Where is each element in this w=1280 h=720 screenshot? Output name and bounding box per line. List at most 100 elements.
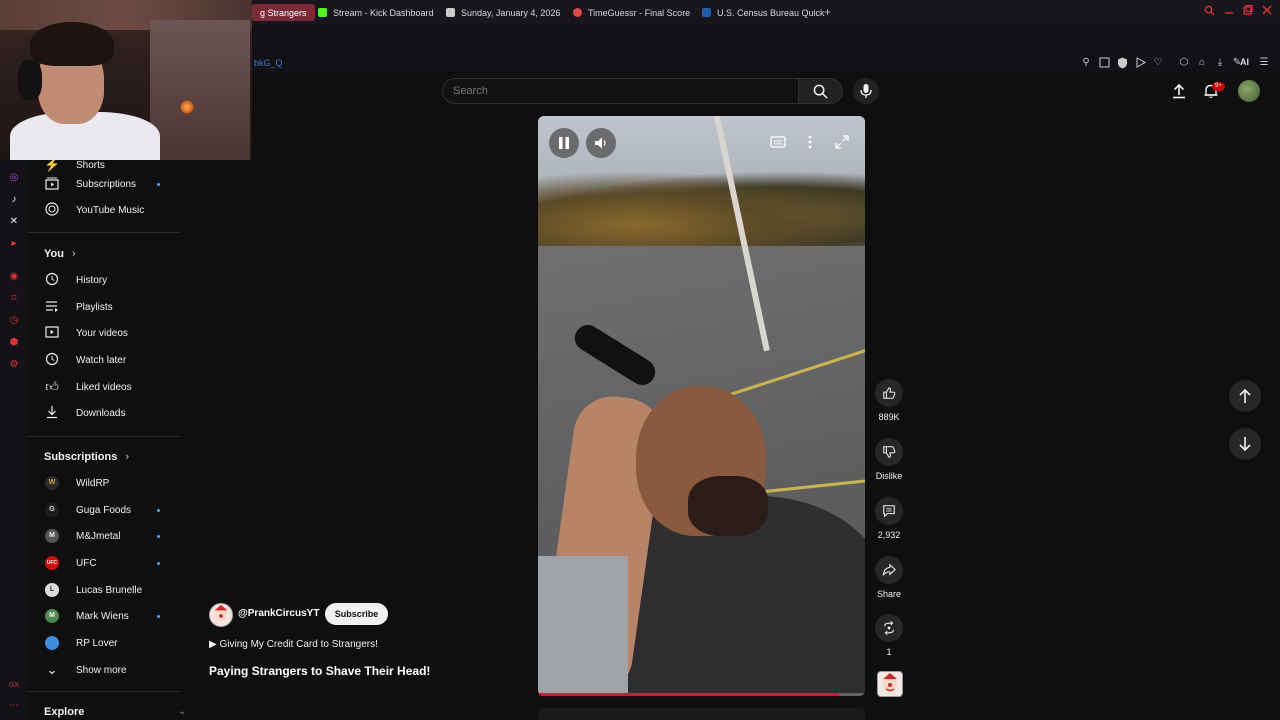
comments-button[interactable]: 2,932 xyxy=(868,497,910,540)
sidebar-item-label: WildRP xyxy=(76,477,110,489)
address-bar-url[interactable]: bkG_Q xyxy=(254,58,283,68)
channel-avatar[interactable] xyxy=(209,603,233,627)
sidebar-show-more[interactable]: ⌄ Show more xyxy=(28,657,180,683)
x-icon[interactable]: ✕ xyxy=(8,216,20,228)
new-content-dot xyxy=(157,508,160,512)
tab-kick-dashboard[interactable]: Stream - Kick Dashboard xyxy=(318,4,434,21)
voice-search-button[interactable] xyxy=(853,78,879,104)
pin-icon[interactable]: ⚲ xyxy=(1080,57,1092,69)
sidebar-channel-ufc[interactable]: UFC UFC xyxy=(28,550,180,576)
sidebar-item-watch-later[interactable]: Watch later xyxy=(28,347,180,373)
sidebar-item-subscriptions[interactable]: Subscriptions xyxy=(28,171,180,197)
extensions-icon[interactable]: ⬡ xyxy=(1178,57,1190,69)
video-progress-bar[interactable] xyxy=(538,693,865,696)
fullscreen-icon[interactable] xyxy=(834,134,850,150)
ai-button[interactable]: AI xyxy=(1240,57,1249,67)
pause-button[interactable] xyxy=(549,128,579,158)
cube-icon[interactable]: ⬢ xyxy=(8,337,20,349)
previous-short-button[interactable] xyxy=(1229,380,1261,412)
next-short-preview[interactable] xyxy=(538,708,865,720)
wallet-icon[interactable]: ⌂ xyxy=(1196,57,1208,69)
gx-icon[interactable]: GX xyxy=(8,680,20,692)
sidebar-channel-mark-wiens[interactable]: M Mark Wiens xyxy=(28,603,180,629)
search-icon xyxy=(813,84,828,99)
upload-icon[interactable] xyxy=(1171,83,1187,99)
shield-icon[interactable] xyxy=(1116,57,1128,69)
download-icon[interactable]: ⤓ xyxy=(1214,57,1226,69)
search-icon[interactable] xyxy=(1204,5,1215,19)
channel-avatar: M xyxy=(45,529,59,543)
tab-current[interactable]: g Strangers xyxy=(252,4,315,21)
menu-icon[interactable]: ☰ xyxy=(1258,57,1270,69)
like-count: 889K xyxy=(878,412,900,422)
audio-source-thumbnail[interactable] xyxy=(877,671,903,697)
tiktok-icon[interactable]: ♪ xyxy=(8,194,20,206)
sidebar-subscriptions-heading[interactable]: Subscriptions › xyxy=(44,451,129,463)
close-icon[interactable] xyxy=(1262,5,1272,18)
svg-text:CC: CC xyxy=(774,141,783,147)
sidebar-item-history[interactable]: History xyxy=(28,267,180,293)
share-icon xyxy=(882,563,896,576)
youtube-icon[interactable]: ▸ xyxy=(8,238,20,250)
scroll-down-icon[interactable]: ⌄ xyxy=(178,706,186,717)
mute-button[interactable] xyxy=(586,128,616,158)
tab-label: U.S. Census Bureau Quick xyxy=(717,7,825,18)
sidebar-item-your-videos[interactable]: Your videos xyxy=(28,320,180,346)
video-title[interactable]: Paying Strangers to Shave Their Head! xyxy=(209,664,430,678)
dislike-button[interactable]: Dislike xyxy=(868,438,910,481)
playlists-icon xyxy=(44,299,60,315)
sidebar-item-playlists[interactable]: Playlists xyxy=(28,294,180,320)
sidebar-you-heading[interactable]: You › xyxy=(44,248,76,260)
sidebar-channel-rp-lover[interactable]: RP Lover xyxy=(28,630,180,656)
sidebar-channel-lucas-brunelle[interactable]: L Lucas Brunelle xyxy=(28,577,180,603)
heart-icon[interactable]: ♡ xyxy=(1152,57,1164,69)
sidebar-item-liked-videos[interactable]: 👍︎ Liked videos xyxy=(28,374,180,400)
thumbs-up-icon xyxy=(883,387,896,399)
play-icon[interactable] xyxy=(1134,57,1146,69)
next-short-button[interactable] xyxy=(1229,428,1261,460)
new-tab-button[interactable]: + xyxy=(824,5,831,19)
new-content-dot xyxy=(157,561,160,565)
tab-timeguessr[interactable]: TimeGuessr - Final Score xyxy=(573,4,690,21)
shorts-video-player[interactable] xyxy=(538,116,865,696)
tab-date[interactable]: Sunday, January 4, 2026 xyxy=(446,4,560,21)
channel-avatar: UFC xyxy=(45,556,59,570)
sidebar-channel-mjmetal[interactable]: M M&Jmetal xyxy=(28,523,180,549)
restore-icon[interactable] xyxy=(1243,5,1253,18)
search-button[interactable] xyxy=(799,78,843,104)
history-clock-icon[interactable]: ◷ xyxy=(8,315,20,327)
screenshot-icon[interactable] xyxy=(1098,57,1110,69)
sidebar-item-label: History xyxy=(76,274,108,286)
search-box[interactable] xyxy=(442,78,799,104)
like-button[interactable]: 889K xyxy=(868,379,910,422)
chevron-right-icon: › xyxy=(71,248,76,260)
remix-icon xyxy=(884,621,894,635)
subscribe-button[interactable]: Subscribe xyxy=(325,603,388,625)
kick-icon xyxy=(318,8,327,17)
remix-button[interactable]: 1 xyxy=(868,614,910,657)
share-button[interactable]: Share xyxy=(868,556,910,599)
instagram-icon[interactable]: ◎ xyxy=(8,172,20,184)
tab-label: Stream - Kick Dashboard xyxy=(333,7,434,18)
more-icon[interactable]: ⋯ xyxy=(8,700,20,712)
minimize-icon[interactable] xyxy=(1224,5,1234,18)
sidebar-item-youtube-music[interactable]: YouTube Music xyxy=(28,197,180,223)
sidebar-item-downloads[interactable]: Downloads xyxy=(28,400,180,426)
related-video-link[interactable]: ▶ Giving My Credit Card to Strangers! xyxy=(209,639,378,650)
sidebar-channel-wildrp[interactable]: W WildRP xyxy=(28,470,180,496)
captions-icon[interactable]: CC xyxy=(770,134,786,150)
tab-census[interactable]: U.S. Census Bureau Quick xyxy=(702,4,825,21)
sidebar-item-label: Subscriptions xyxy=(76,178,137,190)
bookmark-icon[interactable]: ⌑ xyxy=(8,293,20,305)
player-icon[interactable]: ◉ xyxy=(8,271,20,283)
sidebar-item-label: YouTube Music xyxy=(76,204,145,216)
search-input[interactable] xyxy=(453,85,783,97)
more-options-icon[interactable] xyxy=(802,134,818,150)
sidebar-channel-guga-foods[interactable]: G Guga Foods xyxy=(28,497,180,523)
history-icon xyxy=(44,272,60,288)
account-avatar[interactable] xyxy=(1238,80,1260,102)
settings-icon[interactable]: ⚙ xyxy=(8,359,20,371)
new-content-dot xyxy=(157,614,160,618)
timeguessr-icon xyxy=(573,8,582,17)
channel-handle[interactable]: @PrankCircusYT xyxy=(238,608,319,619)
